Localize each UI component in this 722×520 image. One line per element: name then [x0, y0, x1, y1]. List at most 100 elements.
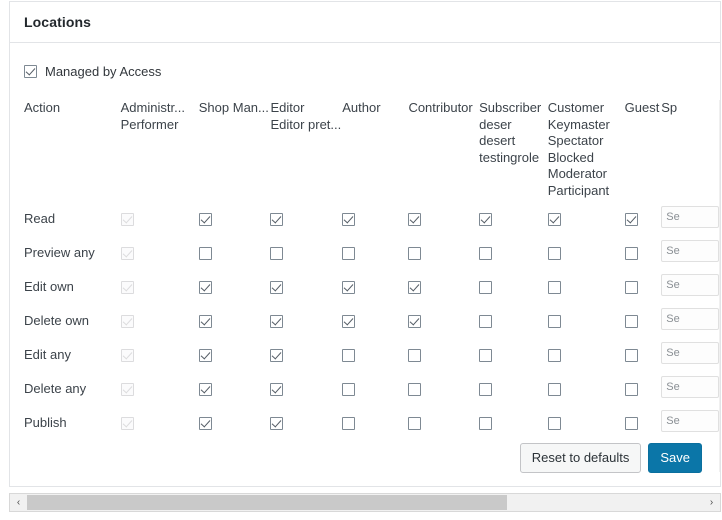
managed-by-access-checkbox[interactable] [24, 65, 37, 78]
permission-select[interactable]: Se [661, 239, 720, 262]
permission-checkbox[interactable] [547, 246, 561, 260]
permission-checkbox[interactable] [270, 314, 284, 328]
table-row: Preview any Se [24, 235, 720, 269]
scrollbar-thumb[interactable] [27, 495, 507, 510]
permission-checkbox[interactable] [198, 382, 212, 396]
permission-checkbox[interactable] [479, 212, 493, 226]
permission-checkbox[interactable] [547, 416, 561, 430]
column-header-name: Author [342, 100, 381, 115]
permission-select[interactable]: Se [661, 205, 720, 228]
permission-cell [408, 235, 479, 269]
permission-checkbox[interactable] [624, 382, 638, 396]
permission-checkbox[interactable] [408, 314, 422, 328]
permission-checkbox[interactable] [270, 212, 284, 226]
column-header-guest: Guest [625, 100, 662, 201]
reset-to-defaults-button[interactable]: Reset to defaults [519, 443, 642, 473]
permission-checkbox[interactable] [624, 416, 638, 430]
scroll-left-arrow-icon[interactable]: ‹ [10, 494, 27, 511]
scrollbar-track[interactable] [27, 494, 703, 511]
card-header: Locations [10, 2, 720, 43]
permission-checkbox[interactable] [547, 212, 561, 226]
permission-checkbox[interactable] [479, 280, 493, 294]
column-header-name: Customer [547, 100, 605, 115]
permission-checkbox[interactable] [270, 416, 284, 430]
card-body: Managed by Access Action Administr... Perf… [10, 43, 720, 486]
column-header-subrole: Blocked [547, 149, 594, 165]
permission-checkbox[interactable] [408, 416, 422, 430]
action-label: Edit own [24, 278, 74, 294]
horizontal-scrollbar[interactable]: ‹ › [9, 493, 721, 512]
permission-checkbox[interactable] [479, 382, 493, 396]
permission-cell [120, 269, 199, 303]
permission-cell [479, 337, 548, 371]
permission-checkbox [120, 348, 134, 362]
permission-cell [120, 337, 199, 371]
permission-checkbox[interactable] [547, 280, 561, 294]
column-header-administr: Administr... Performer [121, 100, 199, 201]
permission-cell [408, 303, 479, 337]
permission-checkbox[interactable] [342, 314, 356, 328]
permission-checkbox[interactable] [479, 416, 493, 430]
permission-checkbox[interactable] [270, 246, 284, 260]
column-header-name: Editor [270, 100, 305, 115]
permission-checkbox[interactable] [198, 416, 212, 430]
permission-cell [342, 235, 408, 269]
permission-checkbox[interactable] [624, 212, 638, 226]
permission-checkbox[interactable] [198, 246, 212, 260]
permission-checkbox[interactable] [547, 314, 561, 328]
permission-checkbox[interactable] [479, 348, 493, 362]
permission-checkbox[interactable] [198, 314, 212, 328]
permission-checkbox[interactable] [342, 246, 356, 260]
column-header-subscriber: Subscriber deser desert testingrole [479, 100, 548, 201]
permission-cell [479, 303, 548, 337]
permission-checkbox[interactable] [408, 280, 422, 294]
table-row: Read Se [24, 201, 720, 235]
permission-select-cell: Se [661, 201, 720, 235]
permissions-table-head: Action Administr... Performer Shop Man... Ed… [24, 100, 720, 201]
permission-cell [547, 371, 625, 405]
permission-checkbox[interactable] [624, 246, 638, 260]
scroll-right-arrow-icon[interactable]: › [703, 494, 720, 511]
permission-checkbox[interactable] [198, 280, 212, 294]
permission-checkbox[interactable] [342, 348, 356, 362]
permission-checkbox[interactable] [270, 382, 284, 396]
table-row: Edit any Se [24, 337, 720, 371]
permission-checkbox[interactable] [270, 348, 284, 362]
permission-checkbox[interactable] [342, 416, 356, 430]
save-button[interactable]: Save [648, 443, 702, 473]
permission-cell [479, 201, 548, 235]
permission-cell [198, 201, 271, 235]
permission-checkbox[interactable] [624, 280, 638, 294]
permission-checkbox[interactable] [270, 280, 284, 294]
permission-select[interactable]: Se [661, 409, 720, 432]
permission-cell [120, 235, 199, 269]
permission-cell [547, 303, 625, 337]
permission-checkbox[interactable] [342, 280, 356, 294]
permission-checkbox[interactable] [342, 212, 356, 226]
permission-checkbox[interactable] [198, 212, 212, 226]
permission-checkbox[interactable] [408, 246, 422, 260]
permission-checkbox[interactable] [479, 246, 493, 260]
action-label: Preview any [24, 244, 95, 260]
permission-select[interactable]: Se [661, 375, 720, 398]
permission-cell [408, 371, 479, 405]
permission-checkbox[interactable] [408, 212, 422, 226]
permission-cell [120, 371, 199, 405]
permission-checkbox[interactable] [624, 314, 638, 328]
permission-select[interactable]: Se [661, 341, 720, 364]
column-header-subrole: testingrole [479, 149, 540, 165]
action-label: Delete own [24, 312, 90, 328]
column-header-name: Administr... [120, 100, 185, 115]
permission-checkbox[interactable] [624, 348, 638, 362]
permission-checkbox[interactable] [198, 348, 212, 362]
permission-checkbox[interactable] [408, 348, 422, 362]
permission-cell [408, 269, 479, 303]
permission-checkbox[interactable] [342, 382, 356, 396]
permission-select[interactable]: Se [661, 273, 720, 296]
column-header-name: Contributor [408, 100, 473, 115]
permission-select[interactable]: Se [661, 307, 720, 330]
permission-checkbox[interactable] [547, 382, 561, 396]
permission-checkbox[interactable] [479, 314, 493, 328]
permission-checkbox[interactable] [408, 382, 422, 396]
permission-checkbox[interactable] [547, 348, 561, 362]
